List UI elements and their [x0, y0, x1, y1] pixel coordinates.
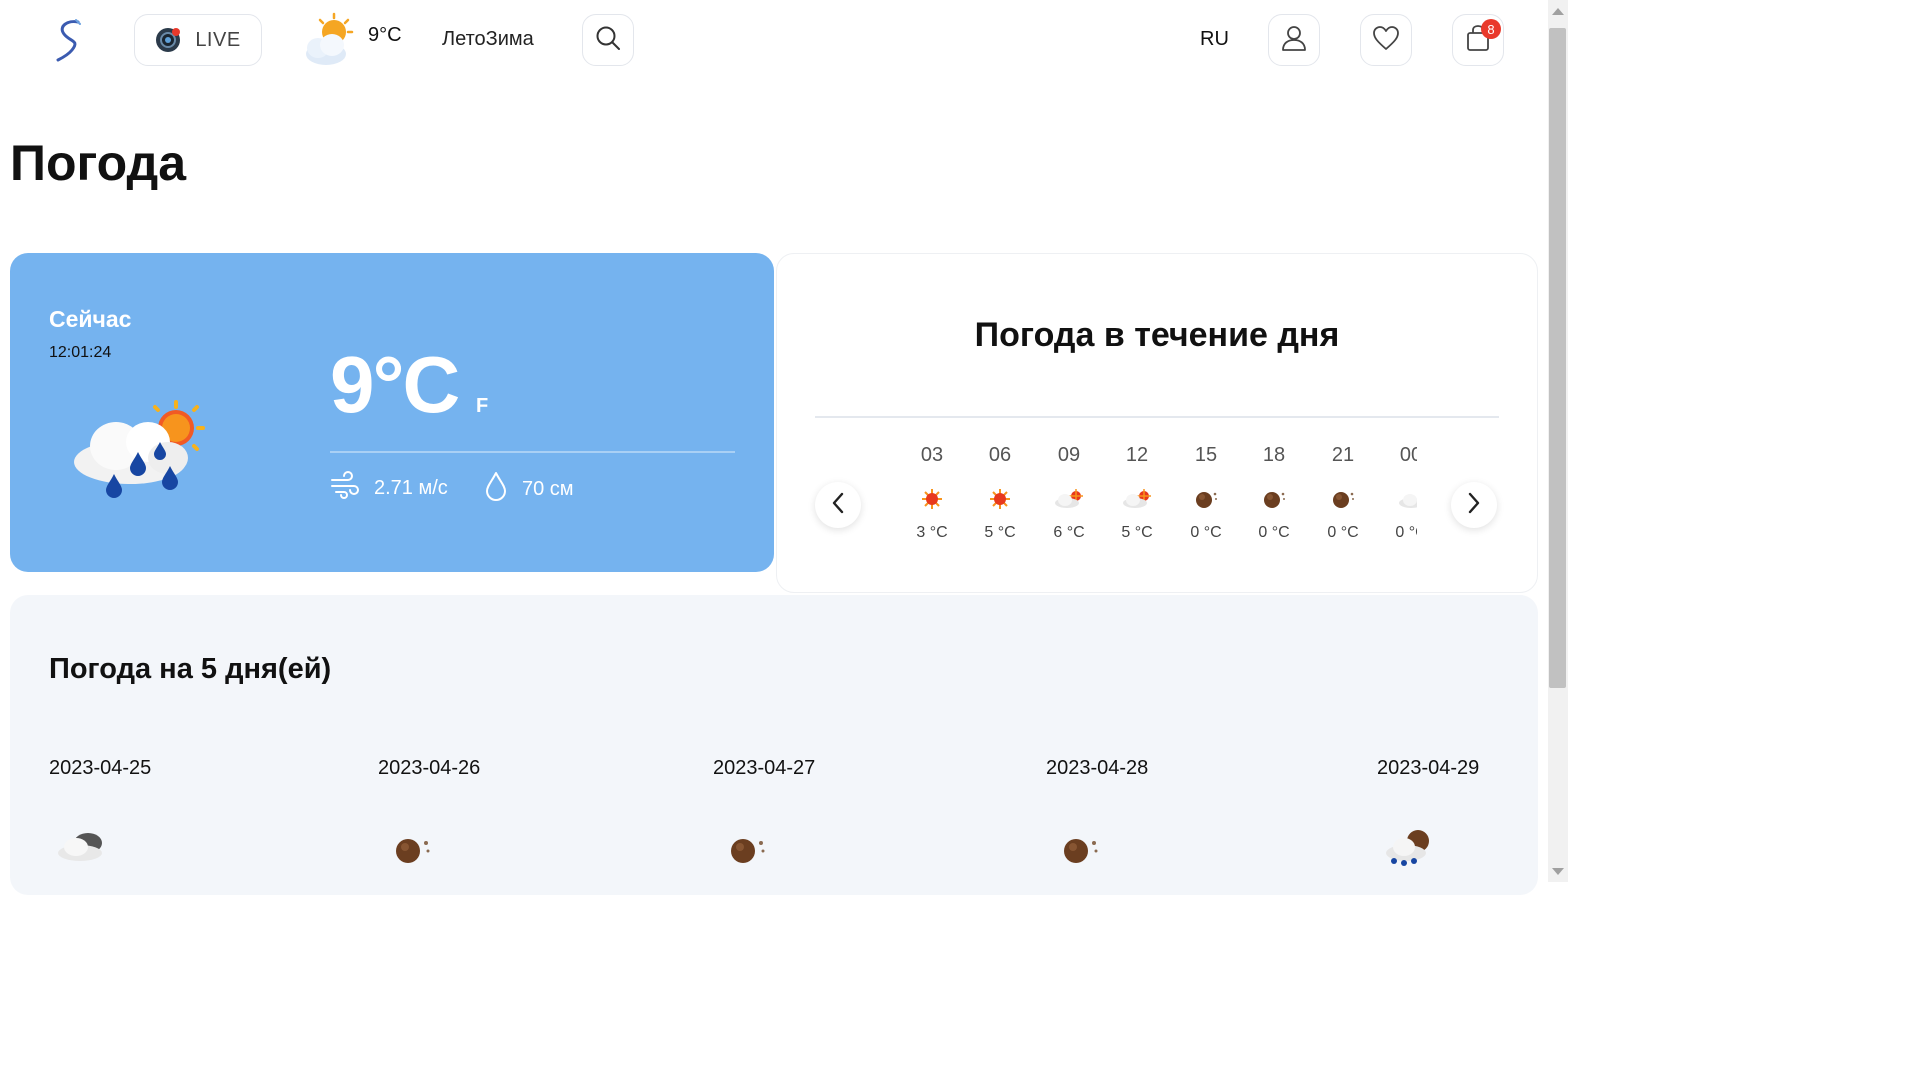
partly-cloudy-icon: [1102, 474, 1172, 524]
next-button[interactable]: [1451, 482, 1497, 528]
scrollbar-thumb[interactable]: [1549, 28, 1566, 688]
unit-toggle[interactable]: F: [476, 395, 488, 418]
hour-label: 21: [1331, 444, 1355, 466]
now-temp: 9°C: [330, 340, 460, 429]
sun-icon: [897, 474, 967, 524]
favorites-button[interactable]: [1360, 14, 1412, 66]
hour-temp: 0 °C: [1395, 524, 1417, 541]
hour-item: 09 6 °C: [1034, 444, 1104, 542]
hour-temp: 6 °C: [1053, 524, 1085, 541]
night-icon: [1058, 825, 1114, 869]
hour-label: 15: [1194, 444, 1218, 466]
divider: [330, 451, 735, 453]
site-logo[interactable]: [50, 16, 86, 64]
account-button[interactable]: [1268, 14, 1320, 66]
now-label: Сейчас: [49, 306, 132, 332]
night-icon: [390, 825, 446, 869]
now-time: 12:01:24: [49, 344, 112, 361]
hour-item: 06 5 °C: [965, 444, 1035, 542]
night-icon: [1239, 474, 1309, 524]
hour-temp: 5 °C: [984, 524, 1016, 541]
hour-temp: 5 °C: [1121, 524, 1153, 541]
header-temp: 9°C: [368, 24, 402, 46]
hour-item: 21 0 °C: [1308, 444, 1378, 542]
hour-temp: 3 °C: [916, 524, 948, 541]
hour-label: 00: [1399, 444, 1417, 466]
live-button[interactable]: LIVE: [134, 14, 262, 66]
current-weather-card: Сейчас 12:01:24 9°C F 2.71 м/с 70 см: [10, 253, 774, 572]
page-title: Погода: [10, 135, 187, 191]
live-label: LIVE: [195, 28, 241, 51]
hour-item: 18 0 °C: [1239, 444, 1309, 542]
day-date: 2023-04-29: [1377, 757, 1480, 779]
night-icon: [1171, 474, 1241, 524]
hour-temp: 0 °C: [1327, 524, 1359, 541]
top-header: LIVE 9°C ЛетоЗима RU 8: [0, 0, 1548, 82]
user-icon: [1280, 24, 1308, 57]
camera-icon: [155, 27, 181, 53]
precip-value: 70 см: [522, 477, 574, 500]
cart-count-badge: 8: [1481, 19, 1501, 39]
site-title-link[interactable]: ЛетоЗима: [442, 28, 534, 51]
hourly-forecast-card: Погода в течение дня 03 3 °C 06 5 °C 09: [776, 253, 1538, 593]
scroll-down-arrow-icon[interactable]: [1552, 868, 1564, 875]
hour-temp: 0 °C: [1190, 524, 1222, 541]
rain-sun-icon: [68, 398, 208, 508]
hour-item: 15 0 °C: [1171, 444, 1241, 542]
hour-item: 00 0 °C: [1376, 444, 1417, 542]
day-date: 2023-04-27: [713, 757, 816, 779]
hour-label: 03: [920, 444, 944, 466]
cloudy-icon: [54, 825, 110, 869]
cloud-icon: [1376, 474, 1417, 524]
header-weather[interactable]: 9°C: [302, 12, 402, 73]
wind-stat: 2.71 м/с: [330, 471, 448, 505]
day-date: 2023-04-28: [1046, 757, 1149, 779]
wind-icon: [330, 471, 360, 505]
sun-icon: [965, 474, 1035, 524]
hour-label: 12: [1125, 444, 1149, 466]
partly-cloudy-icon: [1034, 474, 1104, 524]
cart-button[interactable]: 8: [1452, 14, 1504, 66]
five-day-title: Погода на 5 дня(ей): [49, 653, 332, 685]
five-day-forecast-card: Погода на 5 дня(ей) 2023-04-25 2023-04-2…: [10, 595, 1538, 895]
prev-button[interactable]: [815, 482, 861, 528]
hourly-list[interactable]: 03 3 °C 06 5 °C 09 6 °C 12 5 °C 15 0 °C …: [895, 444, 1417, 554]
hour-label: 06: [988, 444, 1012, 466]
night-icon: [725, 825, 781, 869]
search-button[interactable]: [582, 14, 634, 66]
chevron-right-icon: [1467, 492, 1481, 519]
hour-item: 12 5 °C: [1102, 444, 1172, 542]
language-switch[interactable]: RU: [1200, 28, 1229, 51]
hour-item: 03 3 °C: [897, 444, 967, 542]
scroll-up-arrow-icon[interactable]: [1552, 8, 1564, 15]
heart-icon: [1372, 25, 1400, 56]
night-icon: [1308, 474, 1378, 524]
day-date: 2023-04-26: [378, 757, 481, 779]
chevron-left-icon: [831, 492, 845, 519]
hourly-title: Погода в течение дня: [974, 316, 1340, 354]
hour-temp: 0 °C: [1258, 524, 1290, 541]
day-date: 2023-04-25: [49, 757, 152, 779]
divider: [815, 416, 1499, 418]
night-rain-icon: [1382, 825, 1438, 869]
search-icon: [595, 25, 621, 56]
precip-stat: 70 см: [484, 471, 574, 507]
hour-label: 09: [1057, 444, 1081, 466]
hour-label: 18: [1262, 444, 1286, 466]
wind-value: 2.71 м/с: [374, 476, 448, 499]
water-drop-icon: [484, 471, 508, 507]
partly-cloudy-icon: [302, 12, 356, 73]
